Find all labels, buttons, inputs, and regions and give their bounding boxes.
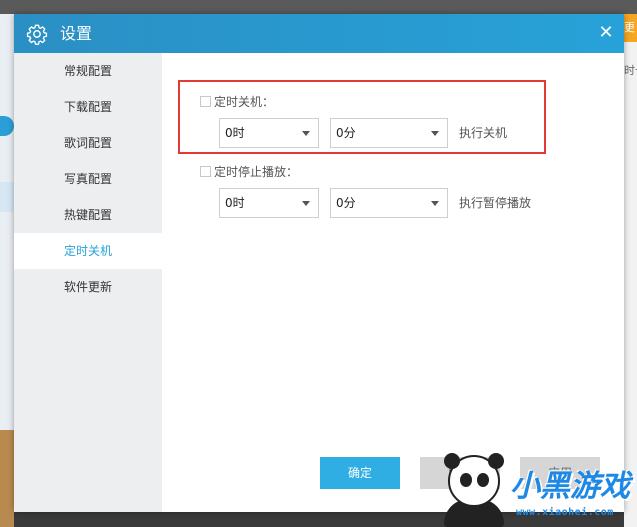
panda-ear xyxy=(444,453,460,469)
background-app-text: 时长 xyxy=(624,64,637,77)
stop-play-checkbox-label: 定时停止播放： xyxy=(214,165,299,179)
background-app-top xyxy=(0,0,637,14)
panda-ear xyxy=(488,453,504,469)
background-app-image xyxy=(0,430,14,527)
background-app-button: 更 xyxy=(624,14,637,42)
settings-sidebar: 常规配置 下载配置 歌词配置 写真配置 热键配置 定时关机 软件更新 xyxy=(14,53,162,512)
dialog-title: 设置 xyxy=(60,24,93,43)
dialog-titlebar[interactable]: 设置 ✕ xyxy=(14,14,624,53)
panda-eye xyxy=(477,473,489,487)
stop-play-checkbox[interactable] xyxy=(200,166,211,177)
sidebar-item-download[interactable]: 下载配置 xyxy=(14,89,162,125)
background-app-strip xyxy=(0,182,14,212)
watermark-logo: 小黑游戏 www.xiaohei.com xyxy=(440,453,630,527)
close-icon[interactable]: ✕ xyxy=(596,23,616,43)
sidebar-item-lyrics[interactable]: 歌词配置 xyxy=(14,125,162,161)
sidebar-item-timer-shutdown[interactable]: 定时关机 xyxy=(14,233,162,269)
highlight-box xyxy=(178,80,546,154)
chevron-down-icon xyxy=(431,201,439,206)
panda-icon xyxy=(444,453,504,507)
gear-icon xyxy=(26,24,48,45)
ok-button[interactable]: 确定 xyxy=(320,457,400,489)
stop-play-hour-select[interactable]: 0时 xyxy=(219,188,319,218)
panda-eye xyxy=(460,473,472,487)
sidebar-item-hotkeys[interactable]: 热键配置 xyxy=(14,197,162,233)
watermark-brand: 小黑游戏 xyxy=(510,469,630,504)
settings-dialog: 设置 ✕ 常规配置 下载配置 歌词配置 写真配置 热键配置 定时关机 软件更新 … xyxy=(14,14,624,512)
stop-play-minute-value: 0分 xyxy=(336,196,356,210)
sidebar-item-software-update[interactable]: 软件更新 xyxy=(14,269,162,305)
chevron-down-icon xyxy=(302,201,310,206)
stop-play-minute-select[interactable]: 0分 xyxy=(330,188,448,218)
sidebar-item-general[interactable]: 常规配置 xyxy=(14,53,162,89)
background-app-right xyxy=(624,14,637,527)
stop-play-action-label: 执行暂停播放 xyxy=(459,196,532,210)
stop-play-checkbox-row[interactable]: 定时停止播放： xyxy=(200,163,298,181)
stop-play-hour-value: 0时 xyxy=(225,196,245,210)
sidebar-item-photo[interactable]: 写真配置 xyxy=(14,161,162,197)
watermark-url: www.xiaohei.com xyxy=(516,507,614,518)
